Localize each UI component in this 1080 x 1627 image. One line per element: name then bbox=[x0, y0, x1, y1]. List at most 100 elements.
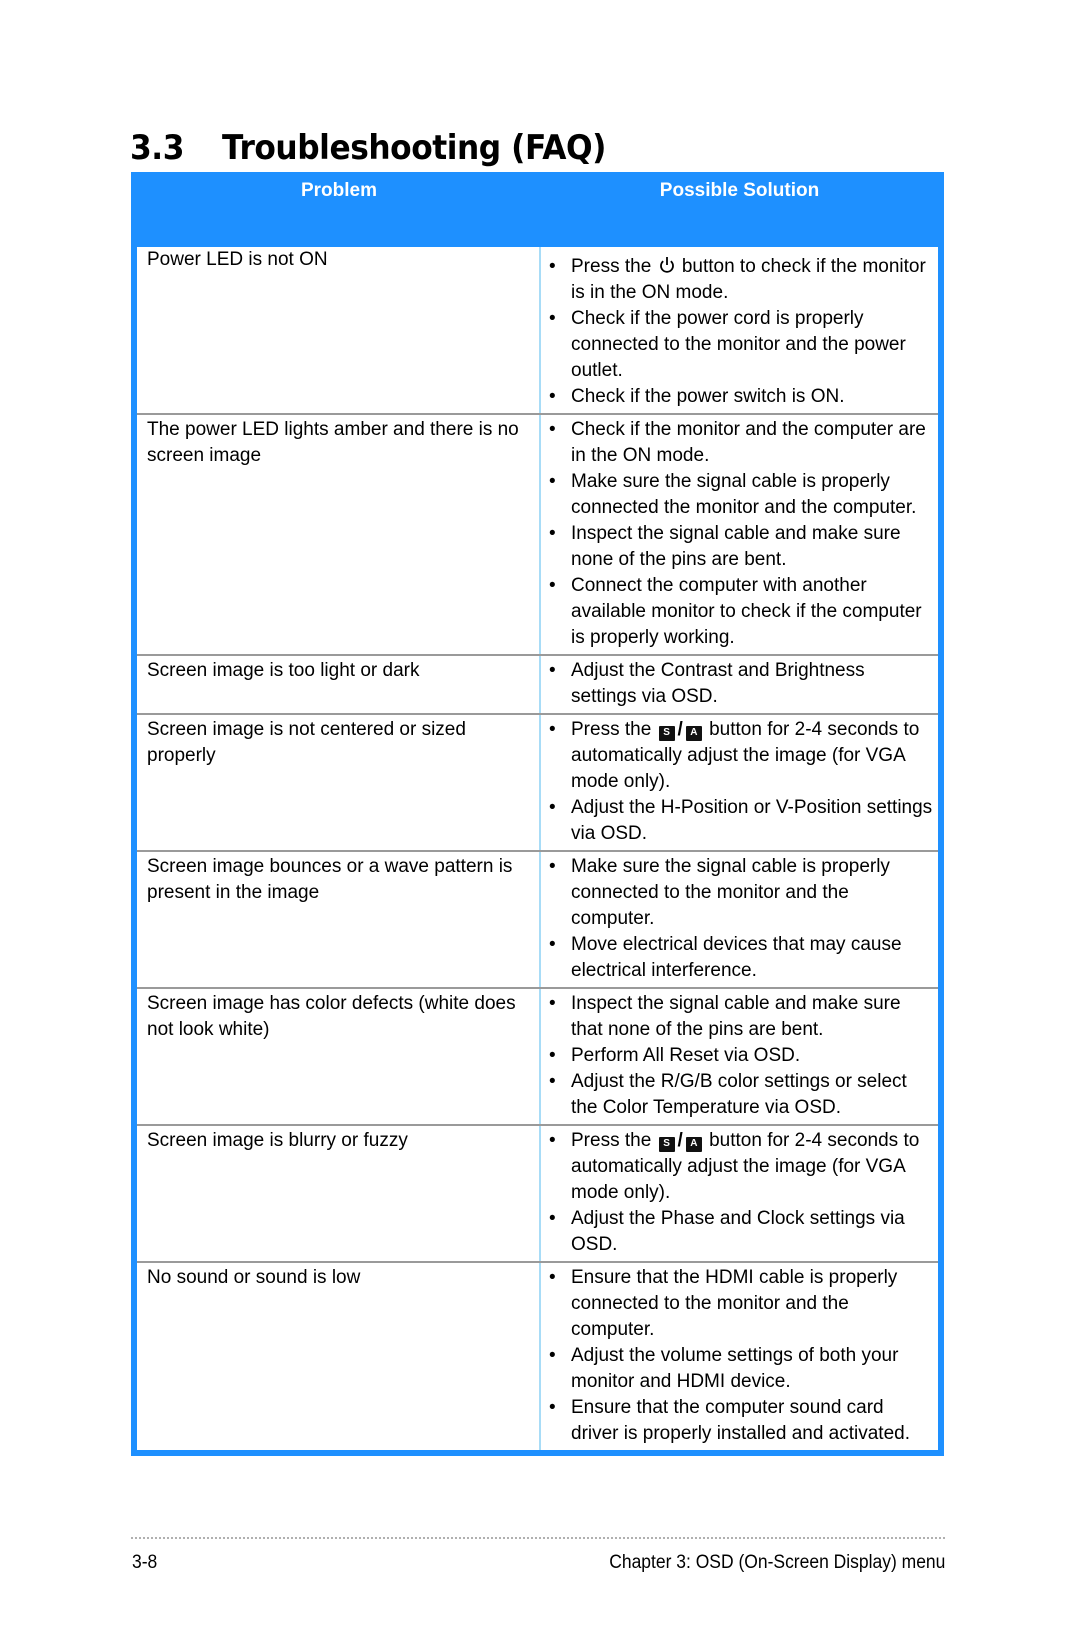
table-row: Screen image is too light or dark • Adjust… bbox=[137, 654, 938, 713]
solution-text: Make sure the signal cable is properly c… bbox=[571, 471, 917, 518]
solution-item: • Inspect the signal cable and make sure … bbox=[547, 991, 934, 1043]
solution-cell: • Press the S / A button for 2-4 seconds to… bbox=[541, 715, 938, 850]
solution-text: Move electrical devices that may cause e… bbox=[571, 934, 902, 981]
solution-item: • Press the button to check if the monito… bbox=[547, 254, 934, 306]
solution-cell: • Ensure that the HDMI cable is properly … bbox=[541, 1263, 938, 1450]
bullet-icon: • bbox=[549, 1130, 556, 1151]
slash-separator: / bbox=[677, 1130, 683, 1151]
bullet-icon: • bbox=[549, 1267, 556, 1288]
bullet-icon: • bbox=[549, 575, 556, 596]
page-title: 3.3 Troubleshooting (FAQ) bbox=[130, 128, 606, 168]
solution-cell: • Adjust the Contrast and Brightness sett… bbox=[541, 656, 938, 713]
section-title: Troubleshooting (FAQ) bbox=[222, 128, 607, 168]
solution-list: • Ensure that the HDMI cable is properly … bbox=[547, 1265, 934, 1447]
solution-item: • Check if the power cord is properly con… bbox=[547, 306, 934, 384]
solution-text: Ensure that the HDMI cable is properly c… bbox=[571, 1267, 898, 1340]
solution-text: Connect the computer with another availa… bbox=[571, 575, 922, 648]
solution-text-before: Press the bbox=[571, 1130, 652, 1151]
footer-divider bbox=[131, 1537, 945, 1539]
solution-text: Adjust the volume settings of both your … bbox=[571, 1345, 899, 1392]
solution-item: • Connect the computer with another avail… bbox=[547, 573, 934, 651]
solution-text: Inspect the signal cable and make sure n… bbox=[571, 523, 901, 570]
page-number: 3-8 bbox=[132, 1552, 158, 1573]
problem-cell: Screen image is too light or dark bbox=[137, 656, 541, 713]
solution-text: Adjust the R/G/B color settings or selec… bbox=[571, 1071, 907, 1118]
table-header: Problem Possible Solution bbox=[137, 172, 938, 247]
solution-item: • Check if the power switch is ON. bbox=[547, 384, 934, 410]
solution-item: • Make sure the signal cable is properly … bbox=[547, 854, 934, 932]
solution-text: Adjust the H-Position or V-Position sett… bbox=[571, 797, 933, 844]
bullet-icon: • bbox=[549, 934, 556, 955]
bullet-icon: • bbox=[549, 256, 556, 277]
header-problem: Problem bbox=[300, 180, 378, 201]
problem-cell: Screen image has color defects (white do… bbox=[137, 989, 541, 1124]
solution-item: • Ensure that the HDMI cable is properly … bbox=[547, 1265, 934, 1343]
bullet-icon: • bbox=[549, 719, 556, 740]
solution-list: • Make sure the signal cable is properly … bbox=[547, 854, 934, 984]
table-row: No sound or sound is low • Ensure that the… bbox=[137, 1261, 938, 1450]
bullet-icon: • bbox=[549, 471, 556, 492]
solution-list: • Press the S / A button for 2-4 seconds to… bbox=[547, 717, 934, 847]
bullet-icon: • bbox=[549, 797, 556, 818]
problem-cell: Screen image is not centered or sized pr… bbox=[137, 715, 541, 850]
solution-item: • Check if the monitor and the computer a… bbox=[547, 417, 934, 469]
solution-cell: • Press the S / A button for 2-4 seconds to… bbox=[541, 1126, 938, 1261]
solution-list: • Press the S / A button for 2-4 seconds to… bbox=[547, 1128, 934, 1258]
a-key-icon: A bbox=[685, 726, 702, 741]
faq-table: Problem Possible Solution Power LED is n… bbox=[131, 172, 944, 1456]
solution-list: • Press the button to check if the monito… bbox=[547, 254, 934, 410]
bullet-icon: • bbox=[549, 386, 556, 407]
solution-item: • Perform All Reset via OSD. bbox=[547, 1043, 934, 1069]
solution-cell: • Inspect the signal cable and make sure … bbox=[541, 989, 938, 1124]
bullet-icon: • bbox=[549, 856, 556, 877]
bullet-icon: • bbox=[549, 1045, 556, 1066]
problem-cell: No sound or sound is low bbox=[137, 1263, 541, 1450]
bullet-icon: • bbox=[549, 993, 556, 1014]
solution-item: • Adjust the Phase and Clock settings via… bbox=[547, 1206, 934, 1258]
solution-cell: • Press the button to check if the monito… bbox=[541, 247, 938, 413]
solution-text: Ensure that the computer sound card driv… bbox=[571, 1397, 911, 1444]
a-key-icon: A bbox=[685, 1137, 702, 1152]
solution-text: Adjust the Phase and Clock settings via … bbox=[571, 1208, 905, 1255]
bullet-icon: • bbox=[549, 1345, 556, 1366]
slash-separator: / bbox=[677, 719, 683, 740]
s-key-icon: S bbox=[658, 1137, 675, 1152]
table-row: Screen image has color defects (white do… bbox=[137, 987, 938, 1124]
solution-text-before: Press the bbox=[571, 256, 652, 277]
problem-cell: Screen image is blurry or fuzzy bbox=[137, 1126, 541, 1261]
power-icon bbox=[659, 256, 675, 274]
solution-text: Check if the power cord is properly conn… bbox=[571, 308, 906, 381]
solution-item: • Press the S / A button for 2-4 seconds to… bbox=[547, 1128, 934, 1206]
solution-text: Check if the monitor and the computer ar… bbox=[571, 419, 926, 466]
solution-list: • Inspect the signal cable and make sure … bbox=[547, 991, 934, 1121]
solution-text: Inspect the signal cable and make sure t… bbox=[571, 993, 901, 1040]
bullet-icon: • bbox=[549, 1397, 556, 1418]
solution-item: • Press the S / A button for 2-4 seconds to… bbox=[547, 717, 934, 795]
solution-item: • Adjust the R/G/B color settings or sele… bbox=[547, 1069, 934, 1121]
problem-cell: Power LED is not ON bbox=[137, 247, 541, 413]
bullet-icon: • bbox=[549, 523, 556, 544]
solution-item: • Ensure that the computer sound card dri… bbox=[547, 1395, 934, 1447]
problem-cell: The power LED lights amber and there is … bbox=[137, 415, 541, 654]
solution-text: Check if the power switch is ON. bbox=[571, 386, 845, 407]
table-body: Power LED is not ON • Press the button to … bbox=[137, 247, 938, 1450]
bullet-icon: • bbox=[549, 1071, 556, 1092]
table-row: Screen image is not centered or sized pr… bbox=[137, 713, 938, 850]
solution-text: Perform All Reset via OSD. bbox=[571, 1045, 801, 1066]
table-row: Screen image is blurry or fuzzy • Press th… bbox=[137, 1124, 938, 1261]
solution-item: • Adjust the H-Position or V-Position set… bbox=[547, 795, 934, 847]
solution-text: Make sure the signal cable is properly c… bbox=[571, 856, 890, 929]
solution-list: • Check if the monitor and the computer a… bbox=[547, 417, 934, 651]
solution-item: • Move electrical devices that may cause … bbox=[547, 932, 934, 984]
bullet-icon: • bbox=[549, 1208, 556, 1229]
solution-item: • Make sure the signal cable is properly … bbox=[547, 469, 934, 521]
bullet-icon: • bbox=[549, 308, 556, 329]
section-number: 3.3 bbox=[130, 128, 185, 168]
solution-item: • Adjust the volume settings of both your… bbox=[547, 1343, 934, 1395]
solution-list: • Adjust the Contrast and Brightness sett… bbox=[547, 658, 934, 710]
solution-item: • Inspect the signal cable and make sure … bbox=[547, 521, 934, 573]
bullet-icon: • bbox=[549, 419, 556, 440]
table-row: The power LED lights amber and there is … bbox=[137, 413, 938, 654]
table-row: Screen image bounces or a wave pattern i… bbox=[137, 850, 938, 987]
chapter-label: Chapter 3: OSD (On-Screen Display) menu bbox=[608, 1552, 945, 1573]
